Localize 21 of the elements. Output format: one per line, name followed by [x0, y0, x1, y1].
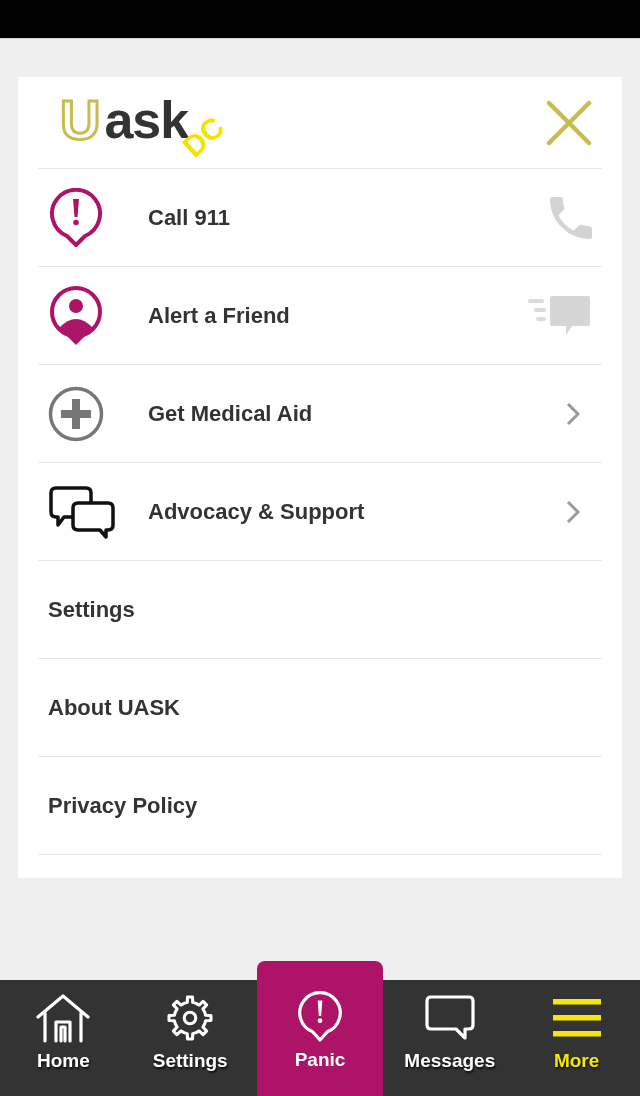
nav-tab[interactable]: Home [0, 980, 127, 1096]
logo: Uask DC [60, 86, 226, 160]
home-icon [35, 993, 92, 1043]
nav-tab[interactable]: Messages [386, 980, 514, 1096]
chat-bubble-icon [424, 995, 475, 1041]
nav-tab[interactable]: Settings [126, 980, 254, 1096]
nav-tab[interactable]: Panic [256, 961, 384, 1096]
close-icon [546, 99, 592, 146]
alert-bubble-icon [48, 187, 104, 248]
alert-bubble-icon [297, 991, 343, 1043]
nav-tab[interactable]: More [513, 980, 640, 1096]
plus-circle-icon [48, 385, 104, 442]
fast-message-icon [526, 294, 592, 337]
person-pin-icon [48, 285, 104, 346]
speech-bubbles-icon [48, 484, 116, 539]
settings-icon [166, 994, 215, 1042]
chevron-right-icon [566, 499, 580, 524]
phone-icon [550, 196, 592, 239]
chevron-right-icon [566, 401, 580, 426]
menu-icon [552, 999, 601, 1037]
close-button[interactable] [546, 99, 592, 146]
